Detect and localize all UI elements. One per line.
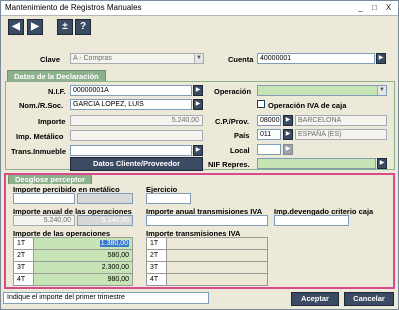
table-row: 4T 980,00 [13,273,133,286]
value-cell[interactable] [166,273,268,286]
operacion-label: Operación [214,87,252,96]
cp-input[interactable]: 08000 [257,115,281,126]
anual-value-1: 5.240,00 [13,215,75,226]
percibido-readonly [77,193,133,204]
imp-metalico-label: Imp. Metálico [16,132,64,141]
provincia-field: BARCELONA [295,115,387,126]
value-cell[interactable]: 980,00 [33,273,133,286]
nom-lookup-button[interactable]: ▶ [193,99,203,110]
main-window: Mantenimiento de Registros Manuales _ □ … [0,0,399,310]
table-row: 1T [146,237,268,250]
operacion-iva-checkbox[interactable] [257,100,265,108]
trans-inmueble-label: Trans.Inmueble [11,147,67,156]
nif-repres-lookup-button[interactable]: ▶ [377,158,387,169]
table-row: 4T [146,273,268,286]
nif-label: N.I.F. [48,87,66,96]
imp-metalico-field [70,130,203,141]
help-icon[interactable]: ? [75,19,91,35]
pais-lookup-button[interactable]: ▶ [283,129,293,140]
cuenta-input[interactable]: 40000001 [257,53,375,64]
selected-value: 1.380,00 [99,240,129,247]
quarter-cell: 2T [146,249,167,262]
clave-select[interactable]: A - Compras ▼ [70,53,204,64]
anual-value-2: 5.240,00 [77,215,133,226]
quarter-cell: 4T [13,273,34,286]
nif-lookup-button[interactable]: ▶ [193,85,203,96]
nif-repres-input[interactable] [257,158,376,169]
maximize-button[interactable]: □ [369,3,380,13]
local-label: Local [230,146,250,155]
declaracion-header: Datos de la Declaración [7,70,106,81]
cuenta-lookup-button[interactable]: ▶ [376,53,386,64]
trans-iva-table: 1T 2T 3T 4T [146,237,268,286]
value-cell[interactable] [166,261,268,274]
quarter-cell: 3T [146,261,167,274]
minimize-button[interactable]: _ [355,3,366,13]
value-cell[interactable]: 580,00 [33,249,133,262]
operacion-select[interactable]: ▼ [257,85,387,96]
table-row: 1T 1.380,00 [13,237,133,250]
title-bar: Mantenimiento de Registros Manuales _ □ … [1,1,398,16]
cancel-button[interactable]: Cancelar [344,292,394,306]
table-row: 2T 580,00 [13,249,133,262]
table-row: 3T 2.300,00 [13,261,133,274]
nom-input[interactable]: GARCIA LOPEZ, LUIS [70,99,192,110]
nif-repres-label: NIF Repres. [208,160,250,169]
accept-button[interactable]: Aceptar [291,292,339,306]
local-input[interactable] [257,144,281,155]
value-cell[interactable] [166,237,268,250]
trans-inmueble-input[interactable] [70,145,192,156]
operacion-iva-label: Operación IVA de caja [268,101,347,110]
nif-input[interactable]: 00000001A [70,85,192,96]
clave-value: A - Compras [73,55,112,62]
quarter-cell: 4T [146,273,167,286]
anual-trans-input[interactable] [146,215,268,226]
value-cell[interactable] [166,249,268,262]
nom-label: Nom./R.Soc. [19,101,64,110]
prev-record-icon[interactable]: ◀ [8,19,24,35]
quarter-cell: 1T [13,237,34,250]
close-button[interactable]: X [383,3,394,13]
cp-lookup-button[interactable]: ▶ [283,115,293,126]
trans-lookup-button[interactable]: ▶ [193,145,203,156]
devengado-input[interactable] [274,215,349,226]
percibido-input[interactable] [13,193,75,204]
datos-cliente-button[interactable]: Datos Cliente/Proveedor [70,157,203,171]
clave-label: Clave [40,55,61,64]
value-cell[interactable]: 2.300,00 [33,261,133,274]
table-row: 3T [146,261,268,274]
pais-code-input[interactable]: 011 [257,129,281,140]
add-remove-icon[interactable]: ± [57,19,73,35]
local-lookup-button[interactable]: ▶ [283,144,293,155]
status-message: Indique el importe del primer trimestre [3,292,209,304]
value-cell[interactable]: 1.380,00 [33,237,133,250]
chevron-down-icon: ▼ [194,54,203,63]
pais-field: ESPAÑA (ES) [295,129,387,140]
chevron-down-icon: ▼ [377,86,386,95]
cp-label: C.P./Prov. [215,117,249,126]
pais-label: País [234,131,250,140]
importe-label: Importe [38,117,66,126]
ejercicio-input[interactable] [146,193,191,204]
importe-field: 5.240,00 [70,115,203,126]
operaciones-table: 1T 1.380,00 2T 580,00 3T 2.300,00 4T 980,00 [13,237,133,286]
toolbar: ◀ ▶ ± ? [1,16,398,40]
quarter-cell: 1T [146,237,167,250]
cuenta-label: Cuenta [228,55,254,64]
window-title: Mantenimiento de Registros Manuales [5,3,142,12]
table-row: 2T [146,249,268,262]
quarter-cell: 2T [13,249,34,262]
quarter-cell: 3T [13,261,34,274]
next-record-icon[interactable]: ▶ [27,19,43,35]
